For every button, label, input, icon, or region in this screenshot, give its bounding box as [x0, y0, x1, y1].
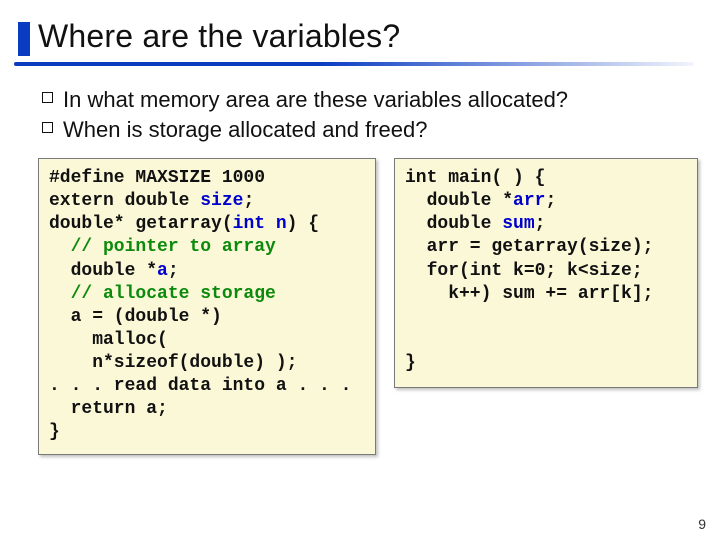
code-line: } [49, 422, 60, 442]
square-bullet-icon [42, 92, 53, 103]
code-line: extern double size; [49, 191, 254, 211]
title-underline [14, 62, 694, 66]
title-block: Where are the variables? [0, 0, 720, 55]
bullet-text: When is storage allocated and freed? [63, 115, 427, 145]
code-columns: #define MAXSIZE 1000 extern double size;… [38, 158, 720, 454]
code-comment: // allocate storage [49, 284, 276, 304]
code-param: int n [233, 214, 287, 234]
slide-title: Where are the variables? [38, 18, 720, 55]
code-line: double *a; [49, 261, 179, 281]
page-number: 9 [698, 516, 706, 532]
code-line: . . . read data into a . . . [49, 376, 351, 396]
bullet-item: When is storage allocated and freed? [42, 115, 720, 145]
bullet-text: In what memory area are these variables … [63, 85, 568, 115]
code-line: #define MAXSIZE 1000 [49, 168, 265, 188]
code-line: double sum; [405, 214, 545, 234]
code-line: double *arr; [405, 191, 556, 211]
code-line: for(int k=0; k<size; [405, 261, 643, 281]
title-accent [18, 22, 30, 56]
code-var: arr [513, 191, 545, 211]
code-line: n*sizeof(double) ); [49, 353, 297, 373]
bullet-item: In what memory area are these variables … [42, 85, 720, 115]
code-var: sum [502, 214, 534, 234]
bullet-list: In what memory area are these variables … [42, 85, 720, 144]
code-var: size [200, 191, 243, 211]
code-line: a = (double *) [49, 307, 222, 327]
square-bullet-icon [42, 122, 53, 133]
code-comment: // pointer to array [49, 237, 276, 257]
code-line: int main( ) { [405, 168, 545, 188]
code-box-left: #define MAXSIZE 1000 extern double size;… [38, 158, 376, 454]
code-line: } [405, 353, 416, 373]
code-line: double* getarray(int n) { [49, 214, 319, 234]
code-line: arr = getarray(size); [405, 237, 653, 257]
code-line: k++) sum += arr[k]; [405, 284, 653, 304]
code-box-right: int main( ) { double *arr; double sum; a… [394, 158, 698, 388]
code-line: return a; [49, 399, 168, 419]
code-line: malloc( [49, 330, 168, 350]
code-var: a [157, 261, 168, 281]
